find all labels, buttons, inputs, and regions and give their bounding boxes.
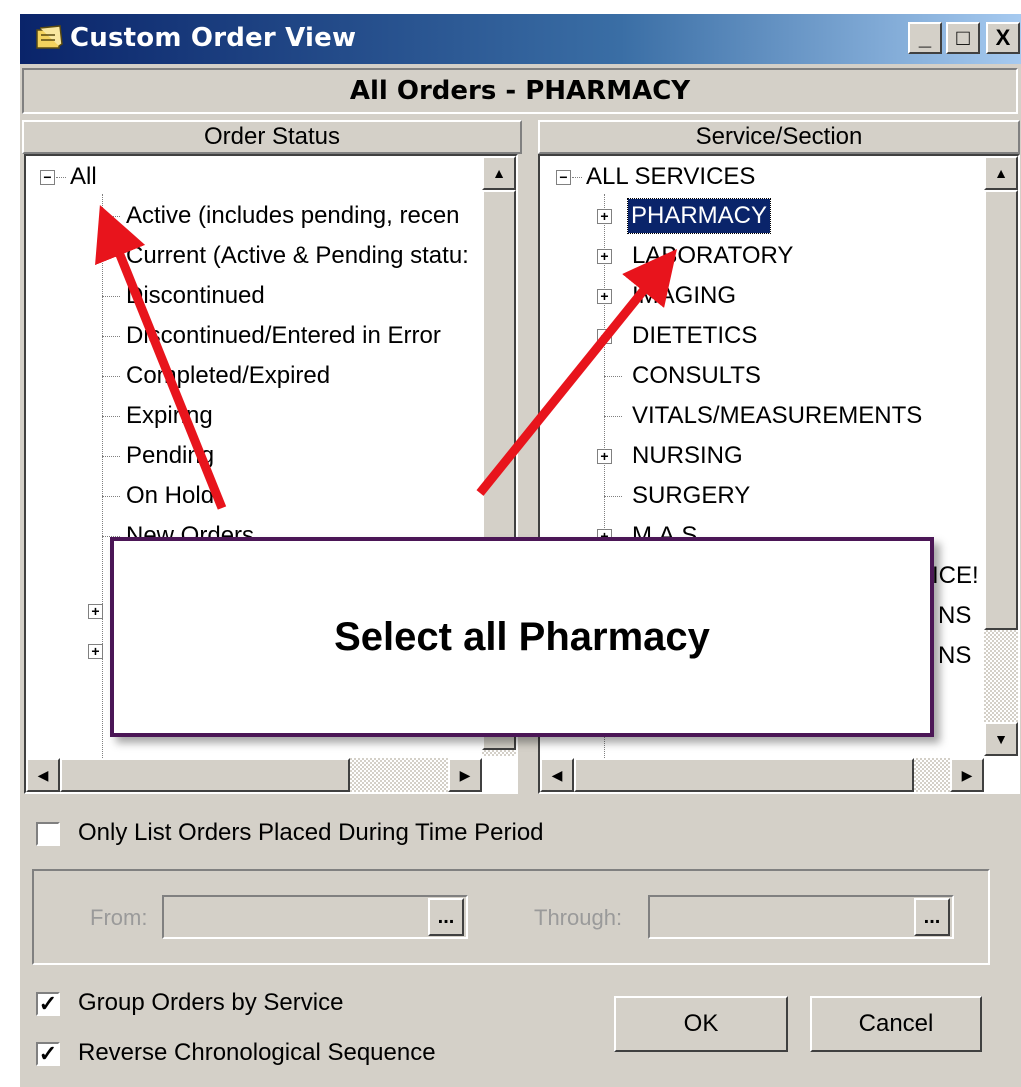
- tree-connector: [102, 496, 120, 497]
- collapse-all-services-icon[interactable]: −: [556, 170, 571, 185]
- close-button[interactable]: X: [986, 22, 1020, 54]
- expand-icon[interactable]: +: [597, 209, 612, 224]
- service-node-imaging[interactable]: IMAGING: [632, 279, 736, 313]
- group-by-service-label: Group Orders by Service: [78, 989, 344, 1016]
- scroll-left-button[interactable]: ◀: [540, 758, 574, 792]
- status-node-pending[interactable]: Pending: [126, 439, 214, 473]
- status-node-current[interactable]: Current (Active & Pending statu:: [126, 239, 469, 273]
- scroll-thumb[interactable]: [574, 758, 914, 792]
- service-node-all[interactable]: ALL SERVICES: [586, 160, 755, 194]
- title-bar[interactable]: Custom Order View _ □ X: [20, 14, 1021, 64]
- from-date-picker-button[interactable]: ...: [428, 898, 464, 936]
- order-view-subtitle: All Orders - PHARMACY: [22, 68, 1018, 114]
- order-status-header: Order Status: [22, 120, 522, 154]
- time-period-checkbox[interactable]: [36, 822, 60, 846]
- order-view-icon: [36, 25, 63, 49]
- tree-connector: [102, 456, 120, 457]
- service-node-partial[interactable]: NS: [938, 599, 971, 633]
- scroll-up-button[interactable]: ▲: [984, 156, 1018, 190]
- tree-connector: [56, 177, 66, 178]
- status-node-on-hold[interactable]: On Hold: [126, 479, 214, 513]
- scroll-right-button[interactable]: ▶: [950, 758, 984, 792]
- scroll-thumb[interactable]: [60, 758, 350, 792]
- service-node-consults[interactable]: CONSULTS: [632, 359, 761, 393]
- service-node-nursing[interactable]: NURSING: [632, 439, 743, 473]
- from-date-field[interactable]: ...: [162, 895, 468, 939]
- ok-button[interactable]: OK: [614, 996, 788, 1052]
- callout-text: Select all Pharmacy: [334, 614, 710, 659]
- status-node-discontinued[interactable]: Discontinued: [126, 279, 265, 313]
- reverse-chronological-checkbox[interactable]: ✓: [36, 1042, 60, 1066]
- tree-connector: [604, 376, 622, 377]
- status-node-completed[interactable]: Completed/Expired: [126, 359, 330, 393]
- group-by-service-checkbox[interactable]: ✓: [36, 992, 60, 1016]
- expand-icon[interactable]: +: [597, 249, 612, 264]
- minimize-button[interactable]: _: [908, 22, 942, 54]
- service-node-surgery[interactable]: SURGERY: [632, 479, 750, 513]
- service-horizontal-scrollbar[interactable]: ◀ ▶: [540, 758, 984, 792]
- maximize-button[interactable]: □: [946, 22, 980, 54]
- tree-connector: [102, 416, 120, 417]
- scroll-down-button[interactable]: ▼: [984, 722, 1018, 756]
- service-node-laboratory[interactable]: LABORATORY: [632, 239, 793, 273]
- service-node-partial[interactable]: NS: [938, 639, 971, 673]
- service-section-header: Service/Section: [538, 120, 1020, 154]
- service-vertical-scrollbar[interactable]: ▲ ▼: [984, 156, 1018, 756]
- order-status-horizontal-scrollbar[interactable]: ◀ ▶: [26, 758, 482, 792]
- collapse-all-icon[interactable]: −: [40, 170, 55, 185]
- status-node-all[interactable]: All: [70, 160, 97, 194]
- service-node-pharmacy[interactable]: PHARMACY: [626, 198, 772, 234]
- cancel-button[interactable]: Cancel: [810, 996, 982, 1052]
- status-node-active[interactable]: Active (includes pending, recen: [126, 199, 460, 233]
- tree-connector: [102, 336, 120, 337]
- reverse-chronological-label: Reverse Chronological Sequence: [78, 1039, 436, 1066]
- window-title: Custom Order View: [70, 23, 357, 53]
- expand-icon[interactable]: +: [597, 449, 612, 464]
- service-node-vitals[interactable]: VITALS/MEASUREMENTS: [632, 399, 922, 433]
- expand-icon[interactable]: +: [597, 289, 612, 304]
- expand-icon[interactable]: +: [597, 329, 612, 344]
- tree-connector: [604, 416, 622, 417]
- tree-connector: [102, 376, 120, 377]
- tree-connector: [102, 256, 120, 257]
- scroll-thumb[interactable]: [984, 190, 1018, 630]
- through-date-field[interactable]: ...: [648, 895, 954, 939]
- tree-connector: [604, 496, 622, 497]
- expand-icon[interactable]: +: [88, 644, 103, 659]
- tree-connector: [572, 177, 582, 178]
- through-date-picker-button[interactable]: ...: [914, 898, 950, 936]
- tree-connector: [102, 296, 120, 297]
- callout-box: Select all Pharmacy: [110, 537, 934, 737]
- scroll-up-button[interactable]: ▲: [482, 156, 516, 190]
- from-label: From:: [90, 905, 148, 930]
- tree-connector: [102, 216, 120, 217]
- scroll-right-button[interactable]: ▶: [448, 758, 482, 792]
- expand-icon[interactable]: +: [88, 604, 103, 619]
- service-node-dietetics[interactable]: DIETETICS: [632, 319, 757, 353]
- time-period-group: From: ... Through: ...: [32, 869, 990, 965]
- tree-connector: [102, 194, 103, 764]
- scroll-left-button[interactable]: ◀: [26, 758, 60, 792]
- time-period-label: Only List Orders Placed During Time Peri…: [78, 819, 544, 846]
- status-node-discontinued-error[interactable]: Discontinued/Entered in Error: [126, 319, 441, 353]
- status-node-expiring[interactable]: Expiring: [126, 399, 213, 433]
- through-label: Through:: [534, 905, 623, 930]
